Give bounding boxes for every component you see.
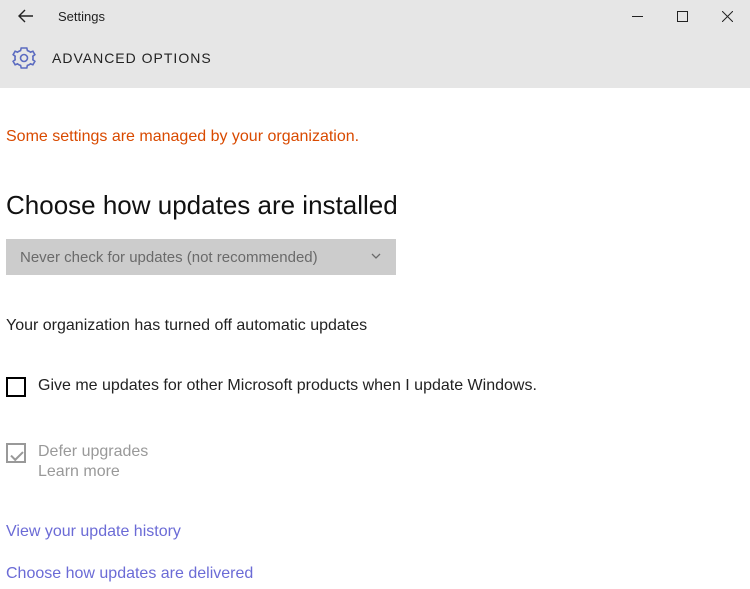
learn-more-link: Learn more: [38, 463, 148, 481]
titlebar: Settings: [0, 0, 750, 32]
dropdown-value: Never check for updates (not recommended…: [20, 249, 318, 266]
page-title: ADVANCED OPTIONS: [52, 50, 212, 66]
minimize-icon: [632, 11, 643, 22]
update-mode-dropdown[interactable]: Never check for updates (not recommended…: [6, 239, 396, 275]
window-controls: [615, 0, 750, 32]
minimize-button[interactable]: [615, 0, 660, 32]
back-button[interactable]: [12, 2, 40, 30]
organization-notice: Some settings are managed by your organi…: [6, 128, 744, 146]
gear-icon: [12, 46, 36, 70]
defer-upgrades-option: Defer upgrades Learn more: [6, 443, 744, 481]
section-heading: Choose how updates are installed: [6, 190, 744, 221]
ms-products-checkbox[interactable]: [6, 377, 26, 397]
chevron-down-icon: [370, 250, 382, 265]
update-history-link[interactable]: View your update history: [6, 523, 181, 541]
close-button[interactable]: [705, 0, 750, 32]
page-header: ADVANCED OPTIONS: [0, 32, 750, 88]
ms-products-option: Give me updates for other Microsoft prod…: [6, 377, 744, 397]
ms-products-label: Give me updates for other Microsoft prod…: [38, 377, 537, 395]
delivery-options-link[interactable]: Choose how updates are delivered: [6, 565, 253, 583]
defer-upgrades-label: Defer upgrades: [38, 443, 148, 461]
maximize-icon: [677, 11, 688, 22]
window-title: Settings: [58, 9, 105, 24]
org-update-note: Your organization has turned off automat…: [6, 317, 744, 335]
maximize-button[interactable]: [660, 0, 705, 32]
close-icon: [722, 11, 733, 22]
defer-upgrades-checkbox: [6, 443, 26, 463]
arrow-left-icon: [18, 8, 34, 24]
